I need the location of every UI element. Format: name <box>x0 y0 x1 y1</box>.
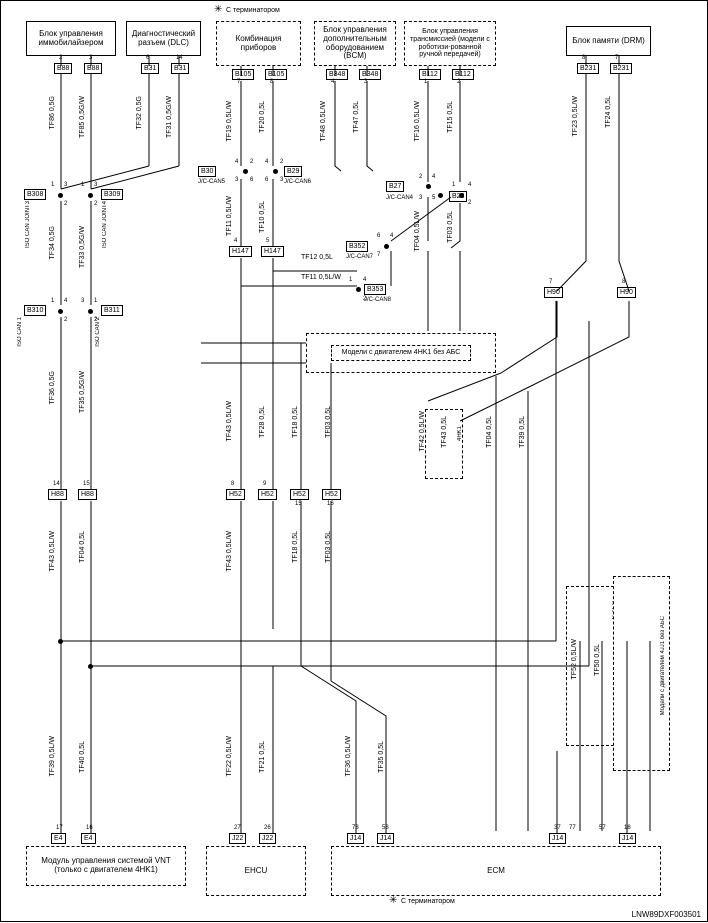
wiring-lines <box>1 1 708 923</box>
wiring-diagram: С терминатором ✳ Блок управления иммобил… <box>0 0 708 922</box>
